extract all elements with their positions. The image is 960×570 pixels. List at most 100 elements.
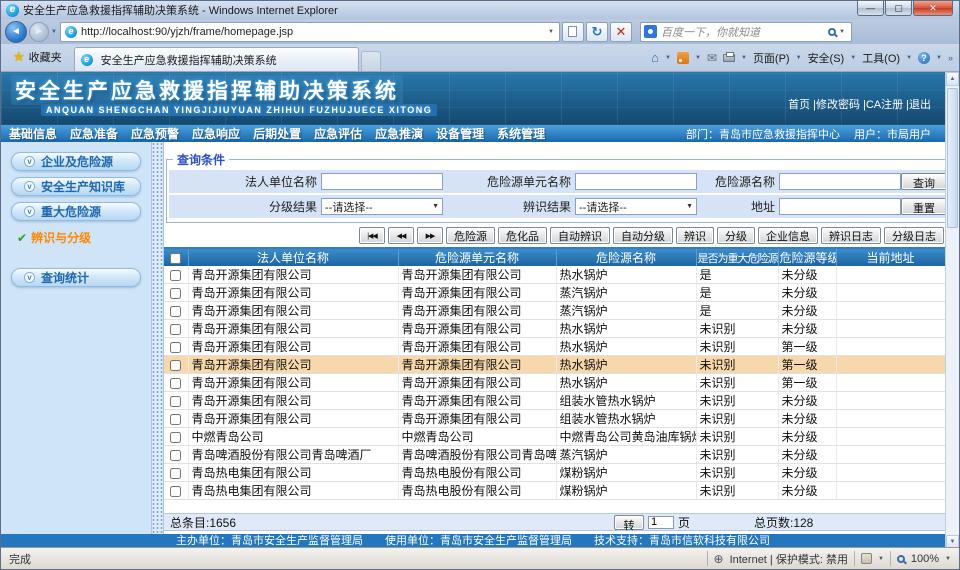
stop-button[interactable]: ✕ bbox=[610, 22, 632, 42]
close-button[interactable]: ✕ bbox=[913, 1, 953, 16]
row-checkbox[interactable] bbox=[170, 270, 181, 281]
help-icon[interactable]: ? bbox=[918, 52, 930, 64]
hazard-source-button[interactable]: 危险源 bbox=[446, 227, 495, 244]
minimize-button[interactable]: — bbox=[857, 1, 884, 16]
home-dropdown-icon[interactable]: ▼ bbox=[665, 55, 671, 61]
nav-item-4[interactable]: 应急响应 bbox=[192, 125, 240, 142]
table-row[interactable]: 青岛开源集团有限公司青岛开源集团有限公司蒸汽锅炉是未分级 bbox=[164, 284, 945, 302]
tools-menu-dropdown-icon[interactable]: ▼ bbox=[906, 55, 912, 61]
goto-page-button[interactable]: 转到 bbox=[614, 515, 644, 530]
row-checkbox[interactable] bbox=[170, 468, 181, 479]
security-icon[interactable] bbox=[861, 553, 872, 564]
legal-unit-input[interactable] bbox=[321, 173, 443, 190]
search-dropdown-icon[interactable]: ▼ bbox=[836, 29, 848, 35]
next-page-button[interactable]: ▶▶ bbox=[417, 227, 443, 244]
page-menu[interactable]: 页面(P) bbox=[753, 50, 790, 66]
search-button[interactable]: 查询 bbox=[901, 173, 947, 190]
table-row[interactable]: 青岛开源集团有限公司青岛开源集团有限公司组装水管热水锅炉未识别未分级 bbox=[164, 410, 945, 428]
hazard-unit-input[interactable] bbox=[575, 173, 697, 190]
table-row[interactable]: 青岛开源集团有限公司青岛开源集团有限公司热水锅炉未识别第一级 bbox=[164, 356, 945, 374]
new-tab-button[interactable] bbox=[361, 51, 381, 71]
mail-icon[interactable]: ✉ bbox=[707, 53, 717, 63]
address-field[interactable]: e http://localhost:90/yjzh/frame/homepag… bbox=[60, 22, 560, 42]
search-box[interactable]: 百度一下，你就知道 ▼ bbox=[640, 22, 852, 42]
refresh-button[interactable]: ↻ bbox=[586, 22, 608, 42]
prev-page-button[interactable]: ◀◀ bbox=[388, 227, 414, 244]
table-row[interactable]: 青岛开源集团有限公司青岛开源集团有限公司蒸汽锅炉是未分级 bbox=[164, 302, 945, 320]
identify-button[interactable]: 辨识 bbox=[676, 227, 714, 244]
compatibility-view-button[interactable] bbox=[562, 22, 584, 42]
nav-item-9[interactable]: 系统管理 bbox=[497, 125, 545, 142]
table-row[interactable]: 青岛开源集团有限公司青岛开源集团有限公司组装水管热水锅炉未识别未分级 bbox=[164, 392, 945, 410]
sidebar-group-button[interactable]: v企业及危险源 bbox=[11, 152, 141, 171]
feed-dropdown-icon[interactable]: ▼ bbox=[695, 55, 701, 61]
sidebar-group-statistics[interactable]: v 查询统计 bbox=[11, 268, 141, 287]
header-link[interactable]: |退出 bbox=[906, 96, 931, 112]
scrollbar-thumb[interactable] bbox=[947, 88, 958, 228]
row-checkbox[interactable] bbox=[170, 432, 181, 443]
nav-item-3[interactable]: 应急预警 bbox=[131, 125, 179, 142]
back-button[interactable]: ◄ bbox=[5, 21, 27, 43]
hazard-name-input[interactable] bbox=[779, 173, 901, 190]
sidebar-item-identify-grade[interactable]: ✔ 辨识与分级 bbox=[17, 229, 151, 246]
tools-menu[interactable]: 工具(O) bbox=[862, 50, 900, 66]
page-menu-dropdown-icon[interactable]: ▼ bbox=[796, 55, 802, 61]
url-text[interactable]: http://localhost:90/yjzh/frame/homepage.… bbox=[81, 26, 545, 38]
identify-log-button[interactable]: 辨识日志 bbox=[821, 227, 881, 244]
auto-identify-button[interactable]: 自动辨识 bbox=[550, 227, 610, 244]
row-checkbox[interactable] bbox=[170, 414, 181, 425]
grade-button[interactable]: 分级 bbox=[717, 227, 755, 244]
table-row[interactable]: 青岛啤酒股份有限公司青岛啤酒厂青岛啤酒股份有限公司青岛啤酒厂蒸汽锅炉未识别未分级 bbox=[164, 446, 945, 464]
row-checkbox[interactable] bbox=[170, 306, 181, 317]
row-checkbox[interactable] bbox=[170, 324, 181, 335]
nav-item-2[interactable]: 应急准备 bbox=[70, 125, 118, 142]
table-row[interactable]: 青岛开源集团有限公司青岛开源集团有限公司热水锅炉未识别第一级 bbox=[164, 338, 945, 356]
safety-menu-dropdown-icon[interactable]: ▼ bbox=[850, 55, 856, 61]
grade-log-button[interactable]: 分级日志 bbox=[884, 227, 944, 244]
table-row[interactable]: 中燃青岛公司中燃青岛公司中燃青岛公司黄岛油库锅炉未识别未分级 bbox=[164, 428, 945, 446]
header-link[interactable]: |CA注册 bbox=[863, 96, 903, 112]
row-checkbox[interactable] bbox=[170, 396, 181, 407]
first-page-button[interactable]: |◀◀ bbox=[359, 227, 385, 244]
nav-item-7[interactable]: 应急推演 bbox=[375, 125, 423, 142]
forward-button[interactable]: ► bbox=[29, 22, 49, 42]
table-row[interactable]: 青岛热电集团有限公司青岛热电股份有限公司煤粉锅炉未识别未分级 bbox=[164, 482, 945, 500]
chevron-down-icon[interactable]: ▼ bbox=[878, 556, 884, 562]
maximize-button[interactable]: ▢ bbox=[885, 1, 912, 16]
hazardous-chemical-button[interactable]: 危化品 bbox=[498, 227, 547, 244]
print-dropdown-icon[interactable]: ▼ bbox=[741, 55, 747, 61]
table-row[interactable]: 青岛开源集团有限公司青岛开源集团有限公司热水锅炉未识别未分级 bbox=[164, 320, 945, 338]
print-icon[interactable] bbox=[723, 54, 735, 62]
help-dropdown-icon[interactable]: ▼ bbox=[936, 55, 942, 61]
address-input[interactable] bbox=[779, 198, 901, 215]
header-link[interactable]: 首页 bbox=[788, 96, 810, 112]
active-tab[interactable]: e 安全生产应急救援指挥辅助决策系统 bbox=[74, 47, 359, 71]
address-dropdown-icon[interactable]: ▼ bbox=[545, 29, 557, 35]
sidebar-group-button[interactable]: v重大危险源 bbox=[11, 202, 141, 221]
header-link[interactable]: |修改密码 bbox=[813, 96, 860, 112]
home-icon[interactable]: ⌂ bbox=[651, 53, 659, 63]
auto-grade-button[interactable]: 自动分级 bbox=[613, 227, 673, 244]
row-checkbox[interactable] bbox=[170, 486, 181, 497]
row-checkbox[interactable] bbox=[170, 360, 181, 371]
sidebar-group-button[interactable]: v安全生产知识库 bbox=[11, 177, 141, 196]
table-row[interactable]: 青岛热电集团有限公司青岛热电股份有限公司煤粉锅炉未识别未分级 bbox=[164, 464, 945, 482]
search-placeholder[interactable]: 百度一下，你就知道 bbox=[661, 24, 828, 40]
goto-page-input[interactable] bbox=[648, 516, 674, 529]
row-checkbox[interactable] bbox=[170, 342, 181, 353]
table-row[interactable]: 青岛开源集团有限公司青岛开源集团有限公司热水锅炉是未分级 bbox=[164, 266, 945, 284]
favorites-button[interactable]: ★ 收藏夹 bbox=[7, 46, 68, 68]
zoom-dropdown-icon[interactable]: ▼ bbox=[945, 556, 951, 562]
scroll-up-icon[interactable]: ▲ bbox=[946, 72, 959, 86]
nav-item-6[interactable]: 应急评估 bbox=[314, 125, 362, 142]
reset-button[interactable]: 重置 bbox=[901, 198, 947, 215]
row-checkbox[interactable] bbox=[170, 378, 181, 389]
identify-result-select[interactable]: --请选择--▼ bbox=[575, 198, 697, 215]
rss-feed-icon[interactable] bbox=[677, 52, 689, 64]
nav-item-1[interactable]: 基础信息 bbox=[9, 125, 57, 142]
vertical-scrollbar[interactable]: ▲ ▼ bbox=[945, 72, 959, 549]
zoom-icon[interactable] bbox=[897, 555, 905, 563]
history-dropdown-icon[interactable]: ▼ bbox=[51, 29, 57, 35]
zoom-level[interactable]: 100% bbox=[911, 553, 939, 565]
pane-splitter[interactable] bbox=[151, 142, 164, 534]
